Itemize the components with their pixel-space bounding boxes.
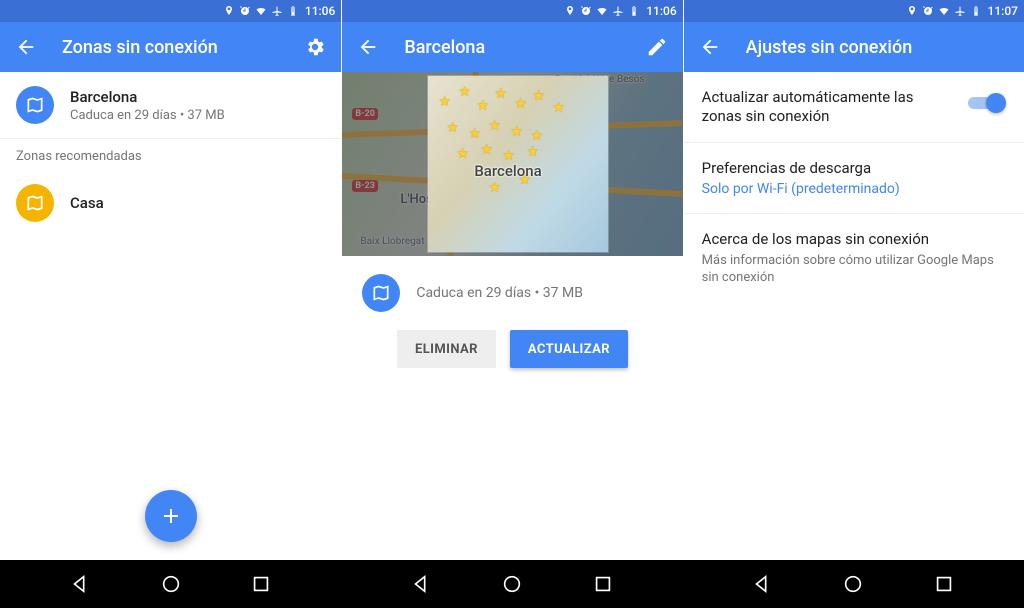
auto-update-switch[interactable] — [968, 92, 1006, 114]
update-button[interactable]: ACTUALIZAR — [510, 330, 628, 368]
pane-offline-settings: 11:07 Ajustes sin conexión Actualizar au… — [683, 0, 1024, 560]
setting-title: Actualizar automáticamente las zonas sin… — [702, 88, 956, 126]
settings-button[interactable] — [297, 29, 333, 65]
offline-area-texts: Barcelona Caduca en 29 días • 37 MB — [70, 88, 225, 123]
arrow-back-icon — [699, 36, 721, 58]
wifi-icon — [938, 5, 950, 17]
airplane-icon — [271, 5, 283, 17]
offline-area-subtitle: Caduca en 29 días • 37 MB — [70, 108, 225, 123]
alarm-icon — [580, 5, 592, 17]
battery-icon — [287, 5, 299, 17]
appbar-title: Zonas sin conexión — [62, 37, 297, 58]
recommended-title: Casa — [70, 194, 104, 212]
map-preview[interactable]: Sant Adrià de Besòs L'Hospitalet de Llob… — [342, 72, 682, 256]
location-icon — [906, 5, 918, 17]
arrow-back-icon — [357, 36, 379, 58]
wifi-icon — [255, 5, 267, 17]
app-bar: Ajustes sin conexión — [684, 22, 1024, 72]
setting-subtitle: Más información sobre cómo utilizar Goog… — [702, 253, 1006, 287]
delete-button[interactable]: ELIMINAR — [397, 330, 496, 368]
map-selection-window: Barcelona ★ ★ ★ ★ ★ ★ ★ ★ ★ ★ ★ ★ ★ ★ ★ … — [428, 76, 608, 252]
nav-recent-icon[interactable] — [250, 573, 272, 595]
android-nav-bar — [0, 560, 1024, 608]
airplane-icon — [954, 5, 966, 17]
nav-back-icon[interactable] — [751, 573, 773, 595]
app-bar: Zonas sin conexión — [0, 22, 341, 72]
pane-offline-areas: 11:06 Zonas sin conexión Barcelona Caduc… — [0, 0, 341, 560]
download-subtitle: Caduca en 29 días • 37 MB — [416, 285, 583, 301]
nav-back-icon[interactable] — [69, 573, 91, 595]
battery-icon — [970, 5, 982, 17]
map-icon — [25, 95, 45, 115]
map-icon — [371, 283, 391, 303]
recommended-header: Zonas recomendadas — [0, 138, 341, 170]
offline-area-item[interactable]: Barcelona Caduca en 29 días • 37 MB — [0, 72, 341, 138]
nav-home-icon[interactable] — [842, 573, 864, 595]
pencil-icon — [646, 36, 668, 58]
map-avatar — [16, 184, 54, 222]
map-icon — [25, 193, 45, 213]
back-button[interactable] — [692, 29, 728, 65]
nav-recent-icon[interactable] — [592, 573, 614, 595]
action-buttons: ELIMINAR ACTUALIZAR — [342, 326, 682, 368]
arrow-back-icon — [15, 36, 37, 58]
setting-auto-update[interactable]: Actualizar automáticamente las zonas sin… — [684, 72, 1024, 143]
back-button[interactable] — [350, 29, 386, 65]
location-icon — [223, 5, 235, 17]
nav-home-icon[interactable] — [501, 573, 523, 595]
status-bar: 11:07 — [684, 0, 1024, 22]
alarm-icon — [922, 5, 934, 17]
appbar-title: Barcelona — [404, 37, 638, 58]
status-bar: 11:06 — [342, 0, 682, 22]
setting-value: Solo por Wi-Fi (predeterminado) — [702, 181, 1006, 197]
back-button[interactable] — [8, 29, 44, 65]
status-bar: 11:06 — [0, 0, 341, 22]
fab-add-area[interactable] — [145, 490, 197, 542]
recommended-item[interactable]: Casa — [0, 170, 341, 236]
edit-button[interactable] — [639, 29, 675, 65]
nav-recent-icon[interactable] — [933, 573, 955, 595]
nav-back-icon[interactable] — [410, 573, 432, 595]
location-icon — [564, 5, 576, 17]
recommended-texts: Casa — [70, 194, 104, 212]
map-avatar — [362, 274, 400, 312]
airplane-icon — [612, 5, 624, 17]
setting-download-prefs[interactable]: Preferencias de descarga Solo por Wi-Fi … — [684, 143, 1024, 215]
download-info-row: Caduca en 29 días • 37 MB — [342, 256, 682, 326]
status-time: 11:06 — [646, 4, 676, 18]
appbar-title: Ajustes sin conexión — [746, 37, 1016, 58]
map-avatar — [16, 86, 54, 124]
battery-icon — [628, 5, 640, 17]
setting-about-offline[interactable]: Acerca de los mapas sin conexión Más inf… — [684, 214, 1024, 303]
nav-home-icon[interactable] — [160, 573, 182, 595]
offline-area-title: Barcelona — [70, 88, 225, 106]
wifi-icon — [596, 5, 608, 17]
app-bar: Barcelona — [342, 22, 682, 72]
status-time: 11:06 — [305, 4, 335, 18]
alarm-icon — [239, 5, 251, 17]
gear-icon — [304, 36, 326, 58]
status-time: 11:07 — [988, 4, 1018, 18]
plus-icon — [159, 504, 183, 528]
place-label: Barcelona — [474, 162, 541, 180]
setting-title: Preferencias de descarga — [702, 159, 1006, 178]
pane-area-detail: 11:06 Barcelona Sant Adrià de Besòs L'Ho… — [341, 0, 682, 560]
setting-title: Acerca de los mapas sin conexión — [702, 230, 1006, 249]
